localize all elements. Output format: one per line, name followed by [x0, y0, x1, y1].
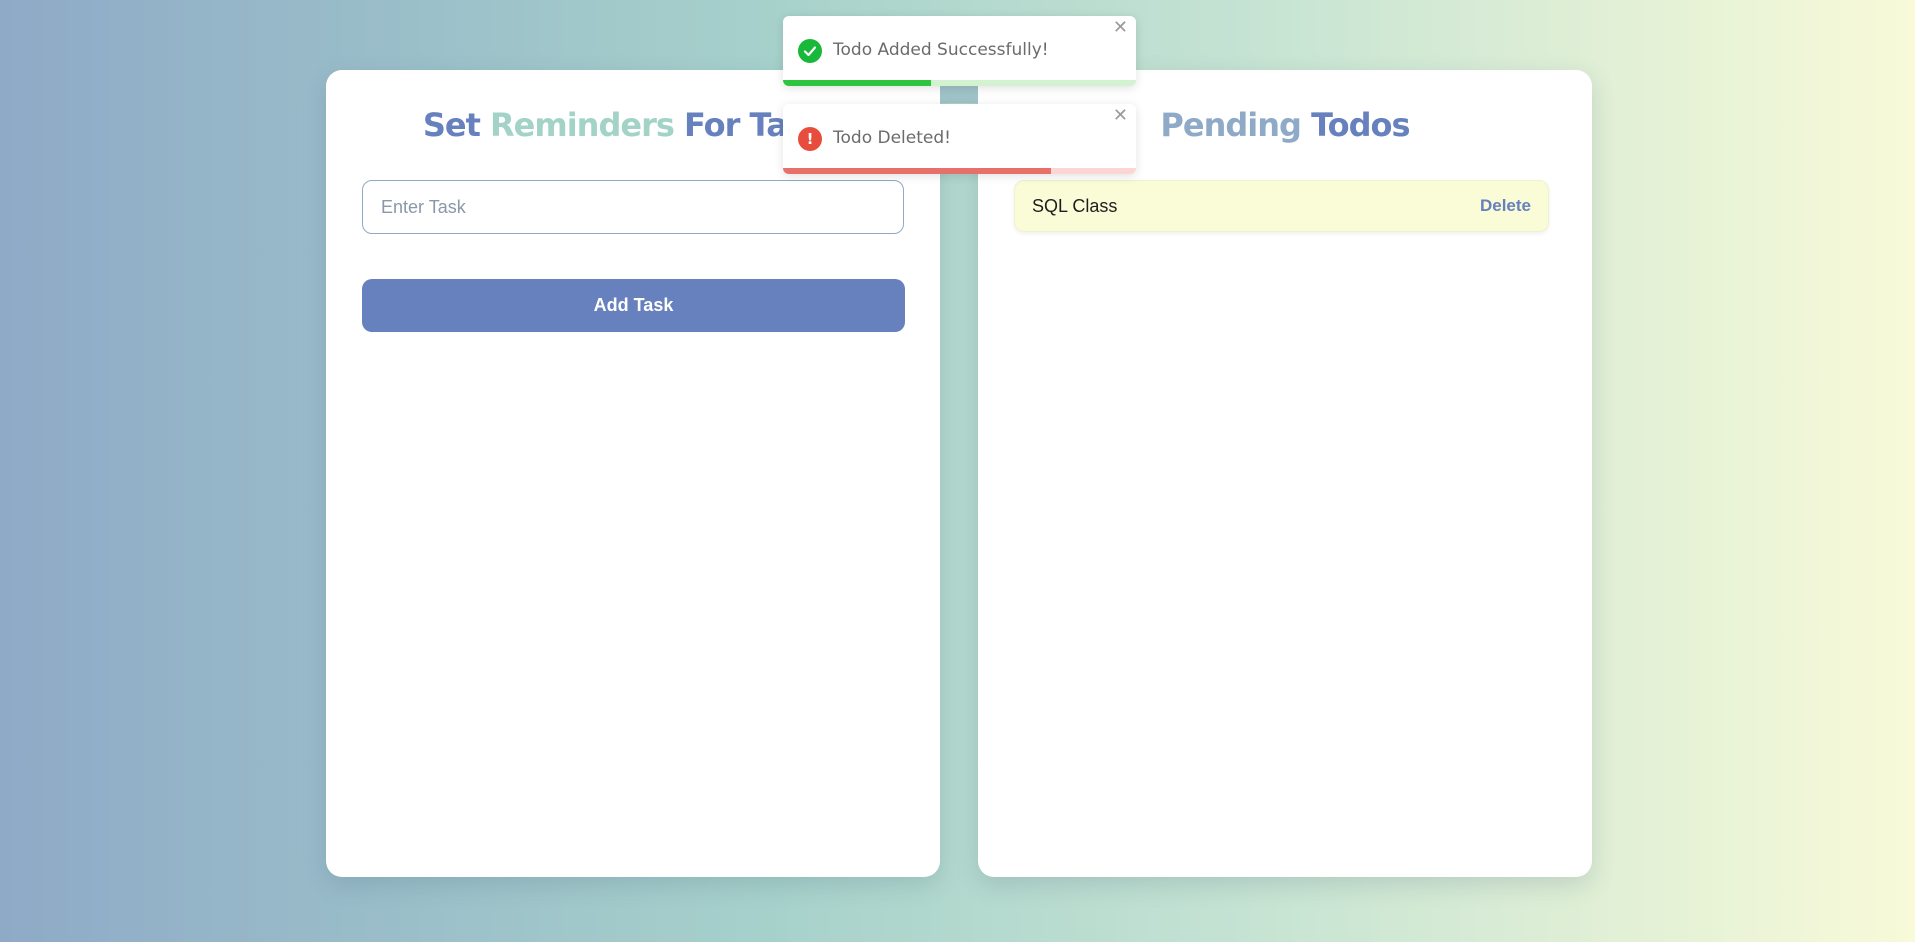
toast-progress-track — [783, 80, 1136, 86]
title-word-set: Set — [422, 106, 481, 144]
title-word-pending: Pending — [1160, 106, 1301, 144]
toast-progress-bar — [783, 80, 932, 86]
check-circle-icon — [798, 39, 822, 63]
toast-gap-strip — [940, 85, 978, 103]
todo-list: SQL Class Delete — [1014, 180, 1549, 232]
toast-success: Todo Added Successfully! ✕ — [783, 16, 1136, 86]
delete-todo-button[interactable]: Delete — [1480, 196, 1531, 216]
close-icon[interactable]: ✕ — [1113, 19, 1128, 37]
exclamation-circle-icon: ! — [798, 127, 822, 151]
task-input[interactable] — [362, 180, 904, 234]
title-word-reminders: Reminders — [490, 106, 675, 144]
pending-todos-card: Pending Todos SQL Class Delete — [978, 70, 1592, 877]
toast-message: Todo Deleted! — [833, 128, 951, 148]
toast-message: Todo Added Successfully! — [833, 40, 1049, 60]
toast-progress-track — [783, 168, 1136, 174]
close-icon[interactable]: ✕ — [1113, 107, 1128, 125]
title-word-todos: Todos — [1311, 106, 1410, 144]
toast-progress-bar — [783, 168, 1052, 174]
add-task-card: Set Reminders For Tasks Add Task — [326, 70, 940, 877]
add-task-button[interactable]: Add Task — [362, 279, 905, 332]
todo-item: SQL Class Delete — [1014, 180, 1549, 232]
todo-text: SQL Class — [1032, 195, 1118, 216]
toast-error: ! Todo Deleted! ✕ — [783, 104, 1136, 174]
